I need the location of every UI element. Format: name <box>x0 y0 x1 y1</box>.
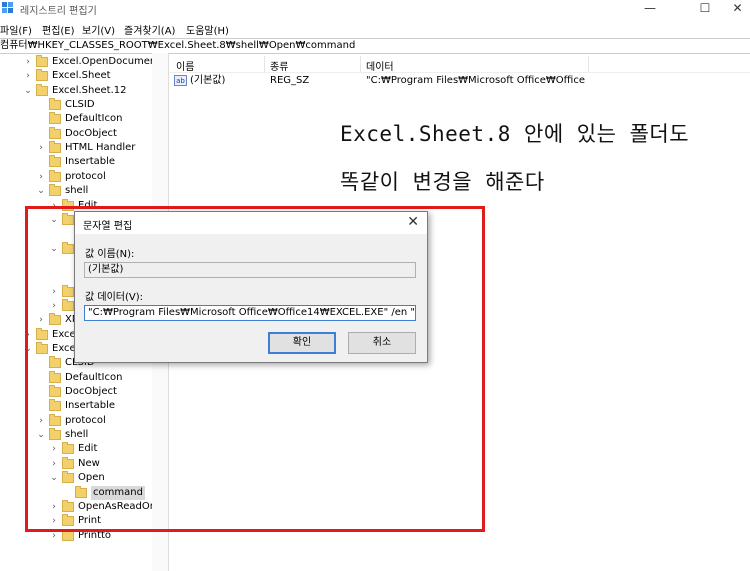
tree-item-label: CLSID <box>65 99 95 111</box>
column-divider[interactable] <box>264 56 265 72</box>
chevron-right-icon[interactable]: › <box>24 55 32 69</box>
tree-item[interactable]: Insertable <box>0 155 168 169</box>
column-divider[interactable] <box>360 56 361 72</box>
tree-item-label: protocol <box>65 170 106 182</box>
tree-item-label: Excel.OpenDocumentS <box>52 56 167 67</box>
chevron-down-icon[interactable]: ⌄ <box>24 84 32 98</box>
tree-item[interactable]: › HTML Handler <box>0 141 168 155</box>
window-title: 레지스트리 편집기 <box>20 6 97 17</box>
string-value-icon: ab <box>174 75 187 86</box>
dialog-title-bar: 문자열 편집 ✕ <box>75 212 427 234</box>
annotation-line-2: 똑같이 변경을 해준다 <box>340 170 545 194</box>
close-button[interactable]: ✕ <box>725 0 750 18</box>
folder-icon <box>36 83 48 96</box>
tree-item-label: Excel.Sheet.12 <box>52 84 127 96</box>
folder-icon <box>49 155 61 168</box>
dialog-close-icon[interactable]: ✕ <box>407 214 419 230</box>
maximize-button[interactable]: ☐ <box>685 0 725 18</box>
annotation-line-1: Excel.Sheet.8 안에 있는 폴더도 <box>340 122 690 146</box>
tree-item-label: DefaultIcon <box>65 113 123 125</box>
tree-item[interactable]: CLSID <box>0 98 168 112</box>
title-bar: 레지스트리 편집기 — ☐ ✕ <box>0 0 750 18</box>
folder-icon <box>49 169 61 182</box>
folder-icon <box>36 55 48 67</box>
folder-icon <box>49 141 61 154</box>
value-type: REG_SZ <box>270 75 310 86</box>
chevron-down-icon[interactable]: ⌄ <box>37 184 45 198</box>
value-data: "C:₩Program Files₩Microsoft Office₩Offic… <box>366 75 586 86</box>
menu-bar: 파일(F) 편집(E) 보기(V) 즐겨찾기(A) 도움말(H) <box>0 19 750 37</box>
tree-item-label: HTML Handler <box>65 142 136 154</box>
menu-view[interactable]: 보기(V) <box>82 22 115 37</box>
folder-icon <box>49 126 61 139</box>
column-data[interactable]: 데이터 <box>366 58 394 73</box>
column-name[interactable]: 이름 <box>176 58 194 73</box>
chevron-right-icon[interactable]: › <box>37 141 45 155</box>
folder-icon <box>62 528 74 541</box>
folder-icon <box>49 184 61 197</box>
menu-help[interactable]: 도움말(H) <box>186 22 229 37</box>
tree-item[interactable]: ⌄ shell <box>0 184 168 198</box>
ok-button[interactable]: 확인 <box>268 332 336 354</box>
minimize-button[interactable]: — <box>630 0 670 18</box>
tree-item-label: shell <box>65 185 89 197</box>
folder-icon <box>36 69 48 82</box>
tree-item[interactable]: › Excel.Sheet <box>0 69 168 83</box>
tree-item-label: DocObject <box>65 127 117 139</box>
value-name-field: (기본값) <box>84 262 416 278</box>
tree-item[interactable]: › Excel.OpenDocumentS <box>0 55 168 69</box>
dialog-title: 문자열 편집 <box>83 221 133 232</box>
tree-item[interactable]: DocObject <box>0 126 168 141</box>
tree-item[interactable]: ⌄ Excel.Sheet.12 <box>0 83 168 98</box>
address-bar[interactable]: 컴퓨터₩HKEY_CLASSES_ROOT₩Excel.Sheet.8₩shel… <box>0 38 750 54</box>
folder-icon <box>49 98 61 111</box>
registry-editor-icon <box>2 2 13 13</box>
folder-icon <box>49 112 61 125</box>
value-list-header: 이름 종류 데이터 <box>170 56 750 73</box>
chevron-right-icon[interactable]: › <box>24 69 32 83</box>
column-divider[interactable] <box>588 56 589 72</box>
column-type[interactable]: 종류 <box>270 58 288 73</box>
edit-string-dialog: 문자열 편집 ✕ 값 이름(N): (기본값) 값 데이터(V): "C:₩Pr… <box>74 211 428 363</box>
tree-item[interactable]: › protocol <box>0 169 168 184</box>
cancel-button[interactable]: 취소 <box>348 332 416 354</box>
menu-favorites[interactable]: 즐겨찾기(A) <box>124 22 175 37</box>
value-row[interactable]: ab (기본값) REG_SZ "C:₩Program Files₩Micros… <box>170 74 750 88</box>
menu-file[interactable]: 파일(F) <box>0 22 32 37</box>
tree-item-label: Excel.Sheet <box>52 70 111 82</box>
value-name-label: 값 이름(N): <box>85 249 135 260</box>
chevron-right-icon[interactable]: › <box>37 170 45 184</box>
tree-item[interactable]: DefaultIcon <box>0 112 168 126</box>
menu-edit[interactable]: 편집(E) <box>42 22 75 37</box>
value-data-label: 값 데이터(V): <box>85 292 143 303</box>
value-name: (기본값) <box>190 75 226 86</box>
tree-item-label: Insertable <box>65 156 116 168</box>
value-data-input[interactable]: "C:₩Program Files₩Microsoft Office₩Offic… <box>84 305 416 321</box>
